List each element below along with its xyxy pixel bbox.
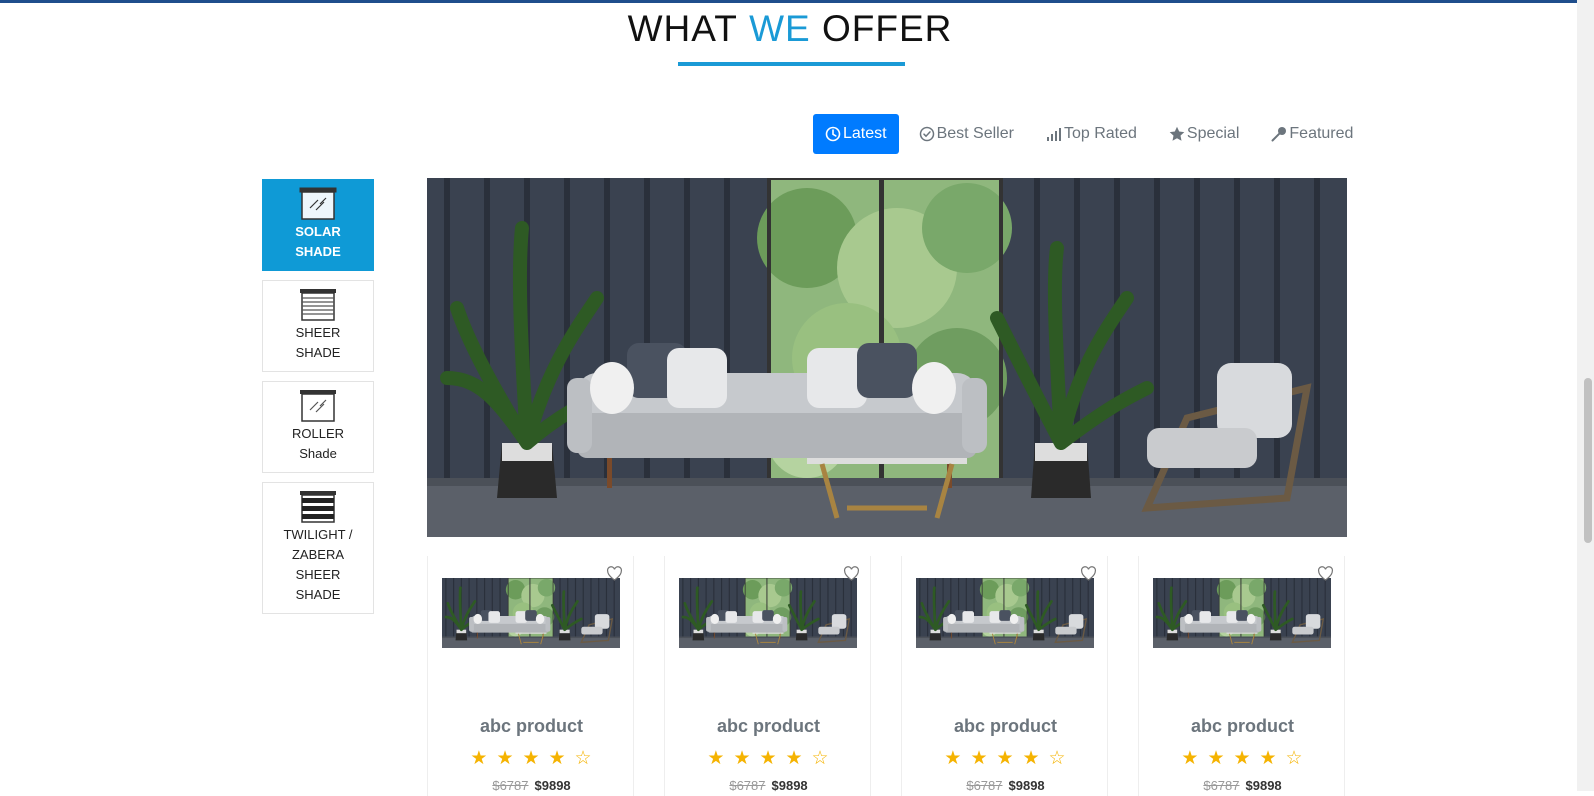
product-card[interactable]: abc product ★★★★☆ $6787 $9898	[901, 556, 1108, 796]
sidebar-item-label: SHADE	[295, 345, 341, 360]
key-icon	[1271, 127, 1287, 142]
product-name[interactable]: abc product	[665, 716, 872, 737]
sidebar-item-label: ROLLER	[291, 426, 345, 441]
rating-stars: ★★★★☆	[944, 748, 1075, 769]
tab-top-rated[interactable]: Top Rated	[1034, 114, 1149, 154]
heart-icon[interactable]	[843, 566, 860, 581]
product-image[interactable]	[916, 578, 1094, 648]
sidebar-item-twilight-shade[interactable]: TWILIGHT / ZABERA SHEER SHADE	[262, 482, 374, 614]
tab-best-seller[interactable]: Best Seller	[907, 114, 1026, 154]
sidebar-item-roller-shade[interactable]: ROLLER Shade	[262, 381, 374, 473]
solar-shade-icon	[299, 187, 337, 220]
title-word-3: OFFER	[821, 8, 953, 49]
rating-stars: ★★★★☆	[707, 748, 838, 769]
sidebar-item-label: TWILIGHT /	[283, 527, 353, 542]
product-name[interactable]: abc product	[902, 716, 1109, 737]
category-sidebar: SOLAR SHADE SHEER SHADE ROLLER Shade TWI…	[262, 179, 374, 623]
heart-icon[interactable]	[1317, 566, 1334, 581]
tab-latest-label: Latest	[843, 125, 887, 142]
rating-stars: ★★★★☆	[470, 748, 601, 769]
scrollbar-thumb[interactable]	[1584, 378, 1592, 543]
sidebar-item-sheer-shade[interactable]: SHEER SHADE	[262, 280, 374, 372]
clock-icon	[825, 126, 841, 142]
rating-stars: ★★★★☆	[1181, 748, 1312, 769]
hero-image	[427, 178, 1347, 537]
product-card[interactable]: abc product ★★★★☆ $6787 $9898	[1138, 556, 1345, 796]
product-image[interactable]	[1153, 578, 1331, 648]
product-image[interactable]	[442, 578, 620, 648]
tab-featured-label: Featured	[1289, 125, 1354, 142]
sidebar-item-label: SHADE	[295, 587, 341, 602]
title-word-1: WHAT	[627, 8, 738, 49]
signal-bars-icon	[1046, 128, 1061, 141]
sidebar-item-label: SOLAR	[295, 224, 341, 239]
product-tabs: Latest Best Seller Top Rated Special Fea…	[813, 114, 1373, 154]
sidebar-item-label: SHEER	[295, 567, 341, 582]
tab-featured[interactable]: Featured	[1259, 114, 1365, 154]
star-icon	[1169, 126, 1185, 141]
product-image[interactable]	[679, 578, 857, 648]
check-circle-icon	[919, 126, 934, 142]
roller-shade-icon	[300, 390, 336, 422]
sidebar-item-label: ZABERA	[291, 547, 344, 562]
tab-top-rated-label: Top Rated	[1063, 125, 1137, 142]
section-title: WHAT WE OFFER	[0, 6, 1580, 52]
sidebar-item-label: SHADE	[295, 244, 341, 259]
title-word-2: WE	[749, 8, 811, 49]
product-card[interactable]: abc product ★★★★☆ $6787 $9898	[427, 556, 634, 796]
tab-best-seller-label: Best Seller	[936, 125, 1014, 142]
tab-latest[interactable]: Latest	[813, 114, 899, 154]
twilight-shade-icon	[300, 491, 336, 523]
title-underline	[678, 62, 905, 66]
heart-icon[interactable]	[1080, 566, 1097, 581]
sheer-shade-icon	[300, 289, 336, 321]
product-name[interactable]: abc product	[1139, 716, 1346, 737]
heart-icon[interactable]	[606, 566, 623, 581]
tab-special-label: Special	[1186, 125, 1240, 142]
sidebar-item-solar-shade[interactable]: SOLAR SHADE	[262, 179, 374, 271]
tab-special[interactable]: Special	[1157, 114, 1251, 154]
product-card[interactable]: abc product ★★★★☆ $6787 $9898	[664, 556, 871, 796]
sidebar-item-label: SHEER	[295, 325, 341, 340]
sidebar-item-label: Shade	[299, 446, 337, 461]
top-accent-bar	[0, 0, 1594, 3]
living-room-image	[427, 178, 1347, 537]
product-name[interactable]: abc product	[428, 716, 635, 737]
